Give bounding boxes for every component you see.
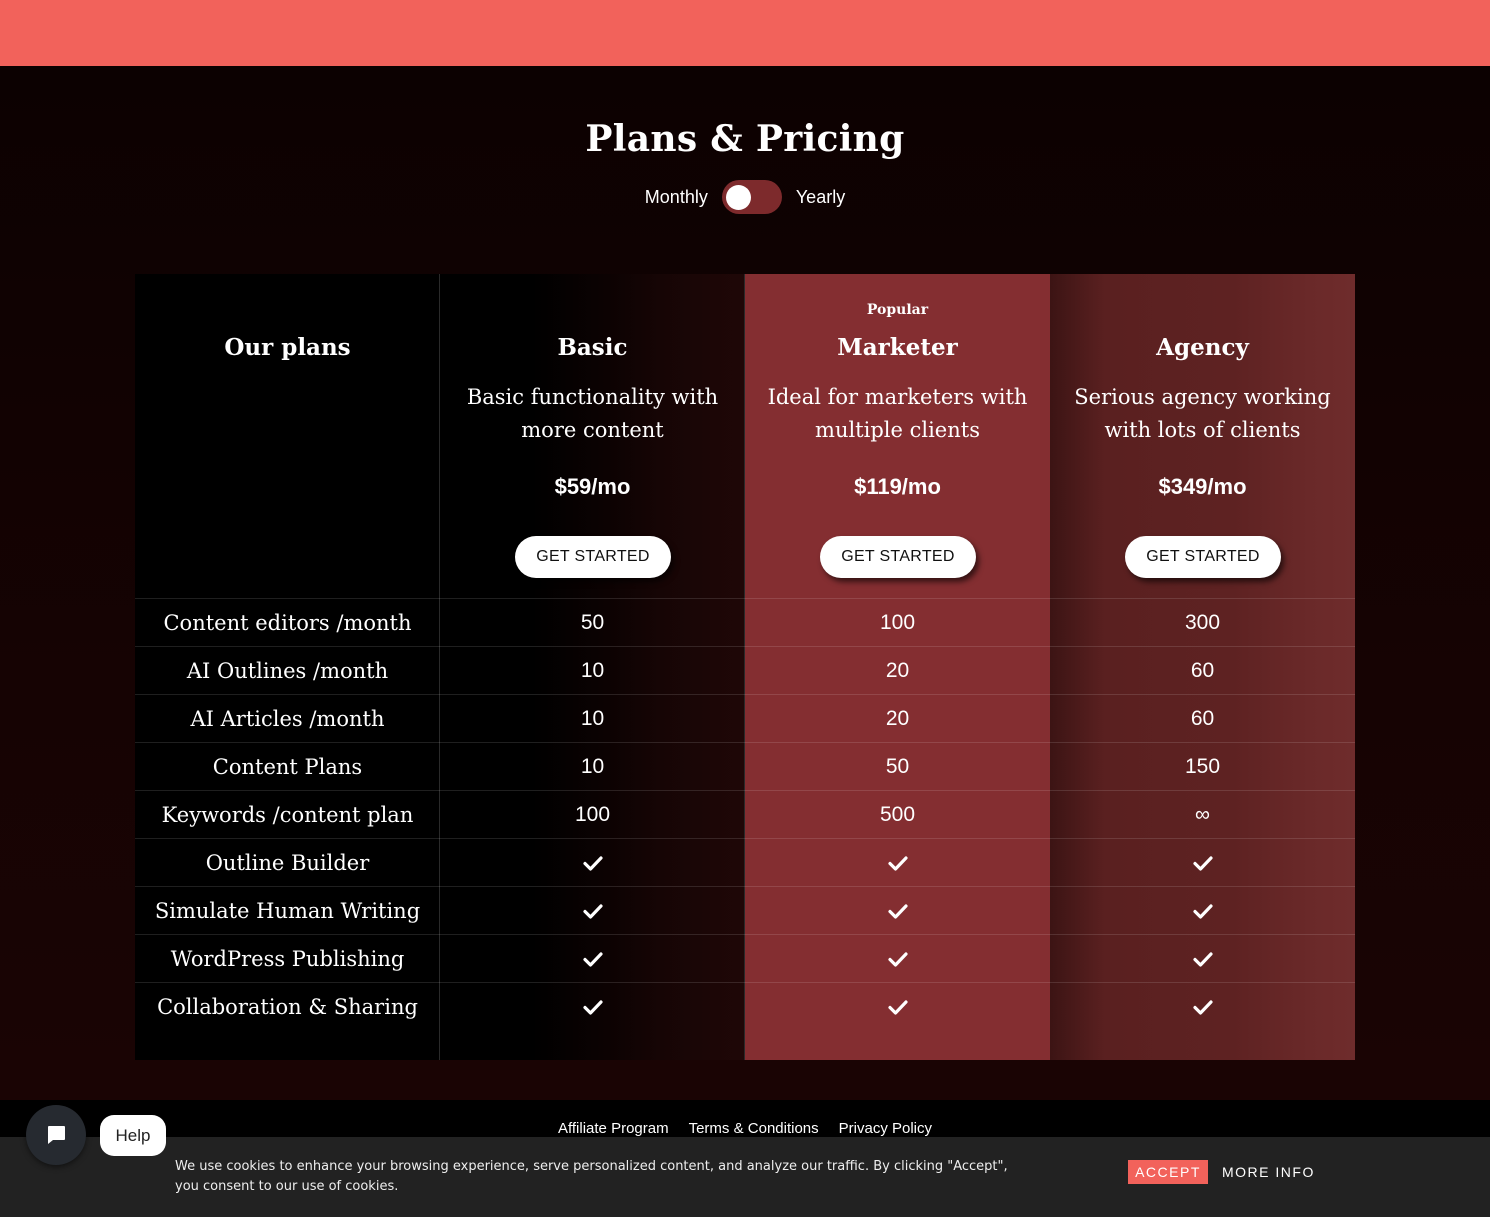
feature-label: WordPress Publishing [170,947,405,971]
check-icon [1050,887,1355,935]
more-info-button[interactable]: MORE INFO [1222,1160,1315,1184]
table-row: Keywords /content plan 100 500 ∞ [135,790,1355,838]
switch-knob [725,185,751,210]
check-icon [745,839,1050,887]
plan-name-basic: Basic [557,334,628,361]
terms-conditions-link[interactable]: Terms & Conditions [689,1120,819,1137]
feature-value: 20 [885,659,910,682]
affiliate-program-link[interactable]: Affiliate Program [558,1120,669,1137]
check-icon [1050,839,1355,887]
billing-toggle-row: Monthly Yearly [0,178,1490,216]
feature-value: 10 [580,755,605,778]
accept-cookies-button[interactable]: ACCEPT [1128,1160,1208,1184]
billing-period-switch[interactable] [721,180,782,214]
check-icon [745,935,1050,983]
chat-bubble-icon [48,1126,65,1144]
check-icon [440,935,745,983]
feature-label: Content Plans [212,755,363,779]
plan-price-marketer: $119/mo [854,474,941,499]
privacy-policy-link[interactable]: Privacy Policy [839,1120,932,1137]
top-banner [0,0,1490,66]
table-row: AI Outlines /month 10 20 60 [135,646,1355,694]
check-icon [1050,935,1355,983]
feature-value: 60 [1190,659,1215,682]
check-icon [1050,983,1355,1031]
feature-value: 20 [885,707,910,730]
table-row: Simulate Human Writing [135,886,1355,934]
feature-value: 10 [580,659,605,682]
get-started-button-basic[interactable]: GET STARTED [515,536,671,578]
table-row: Content Plans 10 50 150 [135,742,1355,790]
feature-value: 150 [1184,755,1221,778]
plan-name-agency: Agency [1156,334,1249,361]
check-icon [440,887,745,935]
plan-price-agency: $349/mo [1158,474,1247,499]
feature-label: AI Articles /month [190,707,385,731]
popular-badge: Popular [866,302,929,318]
plan-name-marketer: Marketer [837,334,958,361]
table-row: AI Articles /month 10 20 60 [135,694,1355,742]
monthly-label[interactable]: Monthly [645,187,708,208]
feature-value: 50 [580,611,605,634]
feature-label: Collaboration & Sharing [157,995,418,1019]
table-row: WordPress Publishing [135,934,1355,982]
check-icon [745,983,1050,1031]
check-icon [745,887,1050,935]
our-plans-heading: Our plans [224,334,351,361]
table-row: Collaboration & Sharing [135,982,1355,1030]
check-icon [440,839,745,887]
plan-price-basic: $59/mo [554,474,631,499]
help-label[interactable]: Help [100,1115,166,1156]
feature-label: Content editors /month [163,611,412,635]
feature-value: 50 [885,755,910,778]
feature-label: AI Outlines /month [186,659,389,683]
footer-links: Affiliate Program Terms & Conditions Pri… [0,1120,1490,1137]
chat-launcher-button[interactable] [26,1105,86,1165]
table-row: Content editors /month 50 100 300 [135,598,1355,646]
check-icon [440,983,745,1031]
feature-value: 100 [574,803,611,826]
feature-label: Simulate Human Writing [154,899,421,923]
plan-description-agency: Serious agency working with lots of clie… [1074,385,1331,442]
feature-label: Outline Builder [205,851,370,875]
page-title: Plans & Pricing [585,118,905,160]
feature-label: Keywords /content plan [161,803,414,827]
get-started-button-marketer[interactable]: GET STARTED [820,536,976,578]
feature-value: 300 [1184,611,1221,634]
table-row: Outline Builder [135,838,1355,886]
cookie-banner-text: We use cookies to enhance your browsing … [175,1159,1008,1194]
yearly-label[interactable]: Yearly [796,187,845,208]
feature-value: 500 [879,803,916,826]
plan-description-marketer: Ideal for marketers with multiple client… [767,385,1028,442]
feature-value: 10 [580,707,605,730]
feature-value: 60 [1190,707,1215,730]
feature-value: 100 [879,611,916,634]
plan-description-basic: Basic functionality with more content [466,385,719,442]
feature-value: ∞ [1195,803,1210,826]
get-started-button-agency[interactable]: GET STARTED [1125,536,1281,578]
